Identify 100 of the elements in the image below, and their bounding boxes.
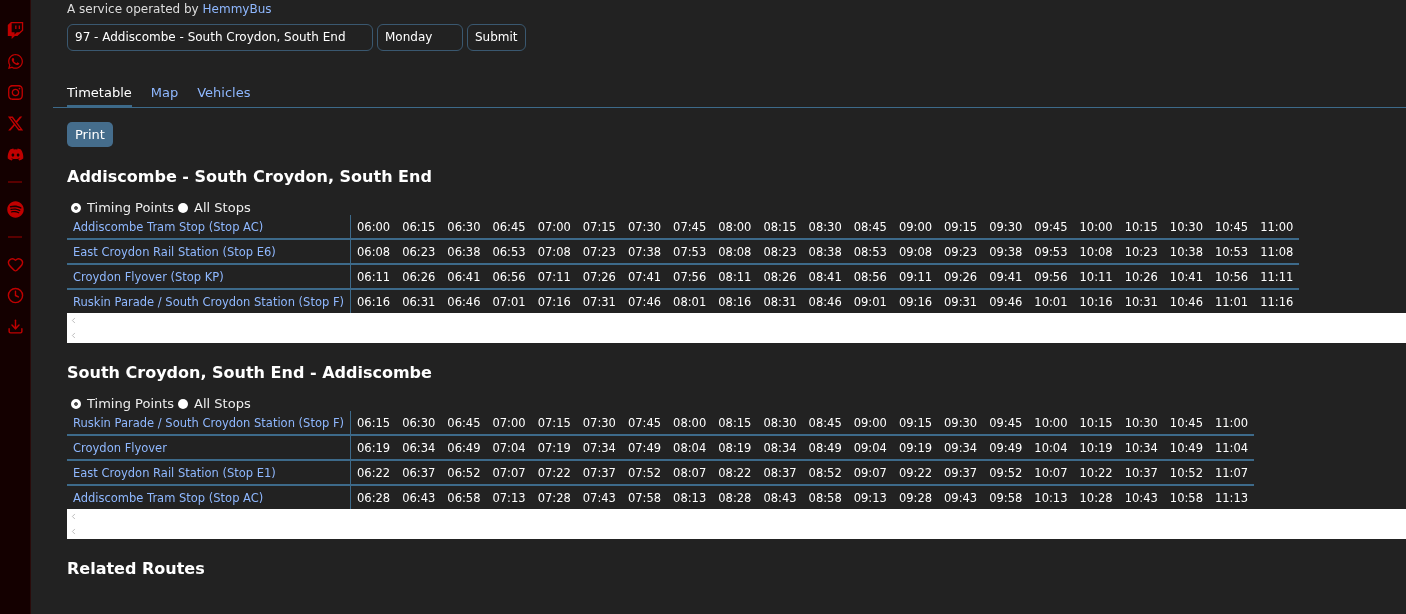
- time-cell: 10:45: [1163, 411, 1209, 435]
- tab[interactable]: Map: [150, 85, 179, 108]
- time-cell: 08:52: [802, 460, 848, 485]
- time-cell: 10:31: [1118, 289, 1164, 313]
- time-cell: 07:31: [576, 289, 622, 313]
- operator-link[interactable]: HemmyBus: [202, 2, 272, 16]
- time-cell: 09:00: [892, 215, 939, 239]
- radio-button[interactable]: [71, 398, 81, 409]
- time-cell: 09:53: [1028, 239, 1074, 264]
- time-cell: 09:22: [892, 460, 939, 485]
- time-cell: 10:07: [1028, 460, 1074, 485]
- time-cell: 07:53: [667, 239, 713, 264]
- time-cell: 10:15: [1118, 215, 1164, 239]
- time-cell: 11:11: [1254, 264, 1300, 289]
- instagram-icon[interactable]: [6, 84, 24, 101]
- stop-link[interactable]: East Croydon Rail Station (Stop E1): [67, 460, 351, 485]
- stop-link[interactable]: Croydon Flyover (Stop KP): [67, 264, 351, 289]
- time-cell: 08:41: [802, 264, 848, 289]
- time-cell: 11:08: [1254, 239, 1300, 264]
- time-cell: 10:52: [1163, 460, 1209, 485]
- time-cell: 10:22: [1073, 460, 1119, 485]
- x-icon[interactable]: [6, 115, 24, 132]
- time-cell: 09:52: [983, 460, 1029, 485]
- route-select[interactable]: 97 - Addiscombe - South Croydon, South End: [67, 24, 373, 51]
- time-cell: 07:04: [486, 435, 532, 460]
- time-cell: 08:30: [757, 411, 803, 435]
- time-cell: 09:56: [1028, 264, 1074, 289]
- time-cell: 09:45: [1028, 215, 1074, 239]
- time-cell: 07:43: [576, 485, 622, 509]
- time-cell: 11:00: [1254, 215, 1300, 239]
- time-cell: 08:43: [757, 485, 803, 509]
- time-cell: 07:08: [531, 239, 577, 264]
- print-button[interactable]: Print: [67, 122, 113, 147]
- time-cell: 10:30: [1163, 215, 1209, 239]
- time-cell: 06:45: [486, 215, 532, 239]
- radio-button[interactable]: [71, 202, 81, 213]
- timetable-heading: South Croydon, South End - Addiscombe: [67, 363, 433, 382]
- time-cell: 08:04: [667, 435, 713, 460]
- stop-link[interactable]: Addiscombe Tram Stop (Stop AC): [67, 215, 351, 239]
- time-cell: 07:45: [667, 215, 713, 239]
- time-cell: 08:56: [847, 264, 893, 289]
- time-cell: 06:41: [441, 264, 487, 289]
- time-cell: 07:22: [531, 460, 577, 485]
- time-cell: 07:16: [531, 289, 577, 313]
- tab[interactable]: Vehicles: [197, 85, 251, 108]
- discord-icon[interactable]: [6, 146, 24, 163]
- time-cell: 07:52: [621, 460, 668, 485]
- time-cell: 08:11: [712, 264, 758, 289]
- stop-link[interactable]: Ruskin Parade / South Croydon Station (Stop F): [67, 411, 351, 435]
- download-icon[interactable]: [6, 318, 24, 335]
- time-cell: 06:22: [350, 460, 397, 485]
- time-cell: 09:04: [847, 435, 893, 460]
- time-cell: 07:28: [531, 485, 577, 509]
- time-cell: 08:45: [847, 215, 893, 239]
- twitch-icon[interactable]: [6, 22, 24, 39]
- time-cell: 10:30: [1118, 411, 1164, 435]
- time-cell: 07:00: [531, 215, 577, 239]
- stop-link[interactable]: East Croydon Rail Station (Stop E6): [67, 239, 351, 264]
- time-cell: 08:13: [667, 485, 713, 509]
- radio-label: Timing Points: [87, 200, 175, 215]
- time-cell: 11:00: [1208, 411, 1255, 435]
- tab[interactable]: Timetable: [67, 85, 132, 108]
- time-cell: 10:08: [1073, 239, 1119, 264]
- time-cell: 09:28: [892, 485, 939, 509]
- time-cell: 06:00: [350, 215, 397, 239]
- time-cell: 09:49: [983, 435, 1029, 460]
- time-cell: 06:53: [486, 239, 532, 264]
- time-cell: 07:49: [621, 435, 668, 460]
- time-cell: 07:15: [576, 215, 622, 239]
- time-cell: 09:16: [892, 289, 939, 313]
- day-select[interactable]: Monday: [377, 24, 463, 51]
- time-cell: 07:34: [576, 435, 622, 460]
- time-cell: 09:13: [847, 485, 893, 509]
- time-cell: 10:00: [1073, 215, 1119, 239]
- scrollbar[interactable]: [67, 509, 1406, 539]
- time-cell: 10:53: [1208, 239, 1255, 264]
- time-cell: 06:11: [350, 264, 397, 289]
- stop-link[interactable]: Croydon Flyover: [67, 435, 351, 460]
- radio-button[interactable]: [178, 202, 189, 213]
- time-cell: 07:11: [531, 264, 577, 289]
- submit-button[interactable]: Submit: [467, 24, 526, 51]
- time-cell: 09:31: [938, 289, 984, 313]
- heart-icon[interactable]: [6, 256, 24, 273]
- radio-label: All Stops: [194, 396, 251, 411]
- whatsapp-icon[interactable]: [6, 53, 24, 70]
- scrollbar[interactable]: [67, 313, 1406, 343]
- time-cell: 06:49: [441, 435, 487, 460]
- time-cell: 07:41: [621, 264, 668, 289]
- time-cell: 08:38: [802, 239, 848, 264]
- time-cell: 09:26: [938, 264, 984, 289]
- time-cell: 07:23: [576, 239, 622, 264]
- time-cell: 08:00: [667, 411, 713, 435]
- radio-button[interactable]: [178, 398, 189, 409]
- time-cell: 07:15: [531, 411, 577, 435]
- time-cell: 10:49: [1163, 435, 1209, 460]
- spotify-icon[interactable]: [6, 201, 24, 218]
- clock-icon[interactable]: [6, 287, 24, 304]
- time-cell: 09:01: [847, 289, 893, 313]
- time-cell: 10:26: [1118, 264, 1164, 289]
- time-cell: 08:53: [847, 239, 893, 264]
